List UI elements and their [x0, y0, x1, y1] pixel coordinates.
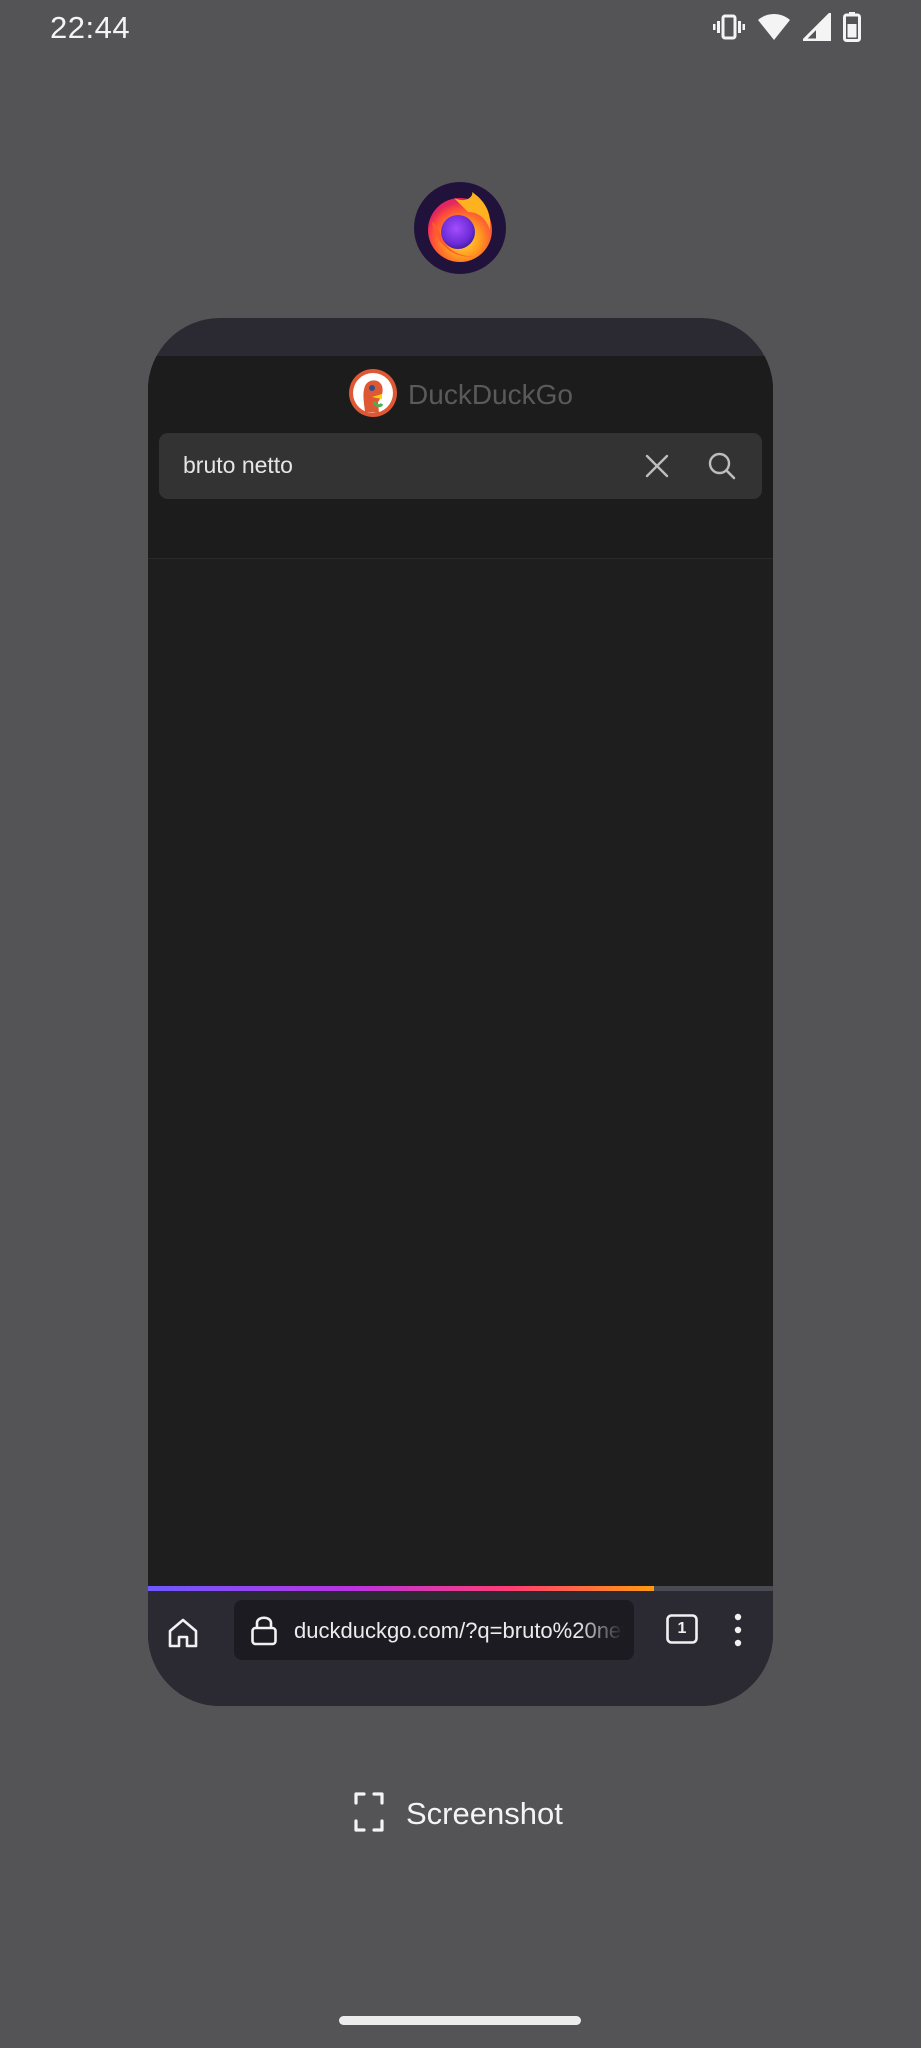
tab-count: 1	[677, 1620, 687, 1637]
cell-signal-icon	[803, 13, 831, 41]
ddg-wordmark: DuckDuckGo	[408, 379, 573, 410]
battery-icon	[843, 12, 861, 42]
firefox-icon[interactable]	[414, 182, 506, 274]
url-bar[interactable]: duckduckgo.com/?q=bruto%20netto	[234, 1600, 634, 1660]
browser-card[interactable]: DuckDuckGo bruto netto duckduckgo.com/?q…	[148, 318, 773, 1706]
home-indicator[interactable]	[339, 2016, 581, 2025]
vibrate-icon	[713, 13, 745, 41]
ddg-header: DuckDuckGo bruto netto	[148, 356, 773, 559]
page-load-progress-fill	[148, 1586, 655, 1591]
search-button[interactable]	[707, 451, 737, 481]
ddg-logo: DuckDuckGo	[148, 368, 773, 422]
screenshot-icon	[354, 1791, 384, 1838]
clear-search-button[interactable]	[643, 452, 671, 480]
more-menu-icon[interactable]	[732, 1612, 744, 1648]
lock-icon[interactable]	[250, 1614, 278, 1646]
status-icons	[713, 12, 861, 42]
tab-counter-button[interactable]: 1	[666, 1614, 698, 1644]
url-text: duckduckgo.com/?q=bruto%20netto	[294, 1618, 624, 1643]
status-bar: 22:44	[0, 0, 921, 56]
web-content: DuckDuckGo bruto netto	[148, 356, 773, 1706]
screenshot-label: Screenshot	[406, 1796, 563, 1831]
screenshot-button[interactable]: Screenshot	[354, 1790, 563, 1838]
page-load-progress	[148, 1586, 773, 1591]
search-query-text: bruto netto	[183, 452, 293, 478]
duck-icon	[348, 368, 398, 423]
browser-toolbar: duckduckgo.com/?q=bruto%20netto 1	[148, 1586, 773, 1706]
search-input[interactable]: bruto netto	[159, 433, 762, 499]
home-button[interactable]	[166, 1616, 200, 1650]
wifi-icon	[757, 13, 791, 41]
status-time: 22:44	[50, 10, 131, 45]
